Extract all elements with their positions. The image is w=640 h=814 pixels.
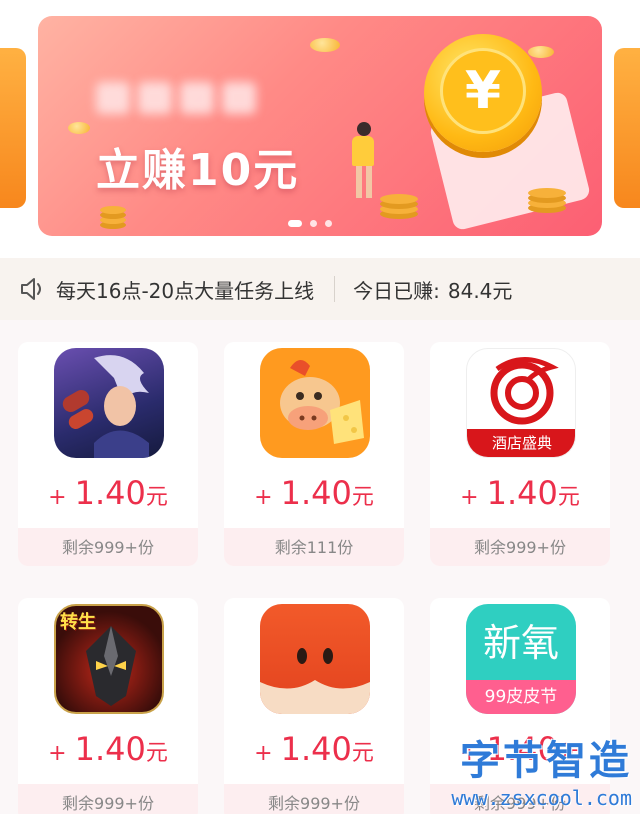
yuan-coin-icon: ¥ <box>424 34 542 152</box>
blurred-text <box>96 82 256 114</box>
task-card[interactable]: 转生 +1.40元 剩余999+份 <box>18 598 198 814</box>
coin-decoration <box>68 122 90 134</box>
hotel-icon-label: 酒店盛典 <box>467 429 575 457</box>
task-card[interactable]: +1.40元 剩余999+份 <box>224 598 404 814</box>
yuan-symbol: ¥ <box>440 48 526 134</box>
earned-today-label: 今日已赚: <box>353 278 440 303</box>
task-card[interactable]: 酒店盛典 +1.40元 剩余999+份 <box>430 342 610 566</box>
xinyang-subtitle: 99皮皮节 <box>466 680 576 714</box>
cartoon-cow-icon <box>260 348 370 458</box>
xinyang-title: 新氧 <box>482 621 559 665</box>
game-hero-icon <box>54 348 164 458</box>
task-card[interactable]: +1.40元 剩余999+份 <box>18 342 198 566</box>
remaining-count: 剩余999+份 <box>18 528 198 566</box>
rebirth-label: 转生 <box>60 612 96 633</box>
carousel-dot[interactable] <box>325 220 332 227</box>
reward-amount: +1.40元 <box>48 474 168 512</box>
banner-carousel: 立赚10元 ¥ <box>0 0 640 258</box>
carousel-indicator <box>288 220 332 227</box>
reward-amount: +1.40元 <box>254 474 374 512</box>
hotel-app-icon: 酒店盛典 <box>466 348 576 458</box>
carousel-dot[interactable] <box>288 220 302 227</box>
promo-banner[interactable]: 立赚10元 ¥ <box>38 16 602 236</box>
coin-decoration <box>310 38 340 52</box>
person-illustration <box>348 122 378 204</box>
banner-title: 立赚10元 <box>96 145 300 196</box>
remaining-count: 剩余999+份 <box>430 528 610 566</box>
task-card[interactable]: +1.40元 剩余111份 <box>224 342 404 566</box>
carousel-dot[interactable] <box>310 220 317 227</box>
notice-bar: 每天16点-20点大量任务上线 今日已赚: 84.4元 <box>0 258 640 320</box>
remaining-count: 剩余111份 <box>224 528 404 566</box>
next-banner-peek[interactable] <box>614 48 640 208</box>
watermark-url: www.zsxcool.com <box>451 786 632 810</box>
xinyang-app-icon: 新氧 99皮皮节 <box>466 604 576 714</box>
remaining-count: 剩余999+份 <box>18 784 198 814</box>
notice-text: 每天16点-20点大量任务上线 <box>56 278 315 303</box>
watermark-title: 字节智造 <box>460 738 632 784</box>
reward-amount: +1.40元 <box>48 730 168 768</box>
coin-stack-icon <box>380 194 418 204</box>
divider <box>334 276 336 302</box>
watermark: 字节智造 www.zsxcool.com <box>451 728 632 810</box>
speaker-icon <box>21 278 41 300</box>
prev-banner-peek[interactable] <box>0 48 26 208</box>
reward-amount: +1.40元 <box>460 474 580 512</box>
coin-stack-icon <box>100 206 126 214</box>
reward-amount: +1.40元 <box>254 730 374 768</box>
earned-today-value: 84.4元 <box>447 278 513 303</box>
rebirth-game-icon: 转生 <box>54 604 164 714</box>
coin-stack-icon <box>528 188 566 198</box>
coin-decoration <box>528 46 554 58</box>
fox-app-icon <box>260 604 370 714</box>
remaining-count: 剩余999+份 <box>224 784 404 814</box>
